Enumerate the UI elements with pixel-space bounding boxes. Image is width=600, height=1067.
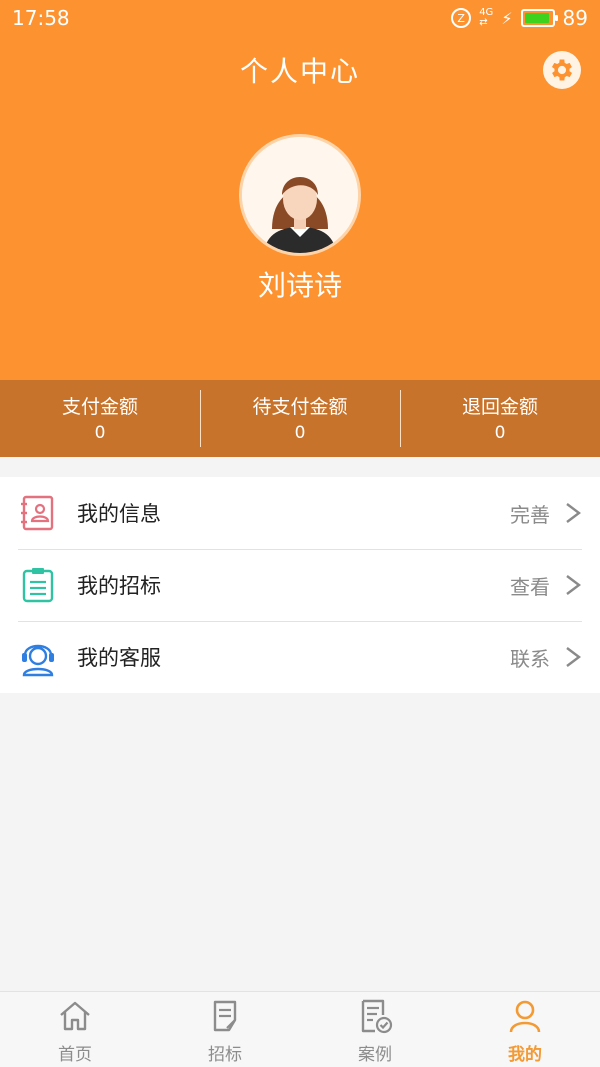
menu-action: 完善	[510, 502, 550, 527]
stat-value: 0	[94, 423, 106, 443]
status-icons: Z 4G ⇄ ⚡ 89	[451, 6, 588, 30]
stat-refunded[interactable]: 退回金额 0	[400, 380, 600, 457]
user-icon	[509, 1000, 541, 1033]
home-icon	[60, 1001, 90, 1031]
profile-header: 17:58 Z 4G ⇄ ⚡ 89 个人中心 刘诗诗	[0, 0, 600, 380]
stat-pending[interactable]: 待支付金额 0	[200, 380, 400, 457]
menu-list: 我的信息 完善 我的招标 查看 我的客服 联系	[0, 477, 600, 693]
payment-stats: 支付金额 0 待支付金额 0 退回金额 0	[0, 380, 600, 457]
tab-home[interactable]: 首页	[0, 992, 150, 1067]
menu-label: 我的招标	[77, 574, 161, 598]
page-title: 个人中心	[239, 55, 360, 88]
chevron-right-icon	[566, 503, 581, 523]
gear-icon	[551, 59, 573, 81]
status-bar: 17:58 Z 4G ⇄ ⚡ 89	[0, 0, 600, 38]
stat-value: 0	[294, 423, 306, 443]
clipboard-list-icon	[18, 565, 58, 605]
chevron-right-icon	[566, 647, 581, 667]
network-type: 4G	[479, 7, 494, 18]
stat-label: 待支付金额	[252, 396, 348, 418]
tab-cases[interactable]: 案例	[300, 992, 450, 1067]
menu-label: 我的信息	[77, 502, 161, 526]
network-icon: 4G ⇄	[479, 7, 494, 28]
tab-bids[interactable]: 招标	[150, 992, 300, 1067]
battery-level: 89	[562, 6, 588, 30]
headset-user-icon	[18, 637, 58, 677]
alarm-icon: Z	[451, 8, 472, 28]
tab-label: 首页	[58, 1045, 92, 1065]
avatar-image	[242, 137, 358, 253]
tab-mine[interactable]: 我的	[450, 992, 600, 1067]
tab-label: 招标	[208, 1045, 242, 1065]
stat-value: 0	[494, 423, 506, 443]
menu-label: 我的客服	[77, 646, 161, 670]
bottom-tab-bar: 首页 招标 案例 我的	[0, 991, 600, 1067]
tab-label: 我的	[508, 1045, 542, 1065]
menu-action: 联系	[510, 646, 550, 671]
avatar[interactable]	[239, 134, 361, 256]
stat-label: 支付金额	[61, 396, 138, 418]
document-check-icon	[361, 999, 393, 1034]
settings-button[interactable]	[543, 51, 581, 89]
chevron-right-icon	[566, 575, 581, 595]
document-edit-icon	[213, 1000, 237, 1032]
username: 刘诗诗	[257, 269, 342, 302]
stat-label: 退回金额	[461, 396, 538, 418]
battery-icon	[520, 9, 558, 27]
menu-item-customer-service[interactable]: 我的客服 联系	[0, 621, 600, 693]
menu-item-my-info[interactable]: 我的信息 完善	[0, 477, 600, 549]
tab-label: 案例	[358, 1045, 392, 1065]
charging-icon: ⚡	[501, 8, 513, 28]
contact-book-icon	[18, 493, 58, 533]
menu-item-my-bids[interactable]: 我的招标 查看	[0, 549, 600, 621]
stat-paid[interactable]: 支付金额 0	[0, 380, 200, 457]
status-time: 17:58	[12, 6, 70, 30]
menu-action: 查看	[510, 574, 550, 599]
